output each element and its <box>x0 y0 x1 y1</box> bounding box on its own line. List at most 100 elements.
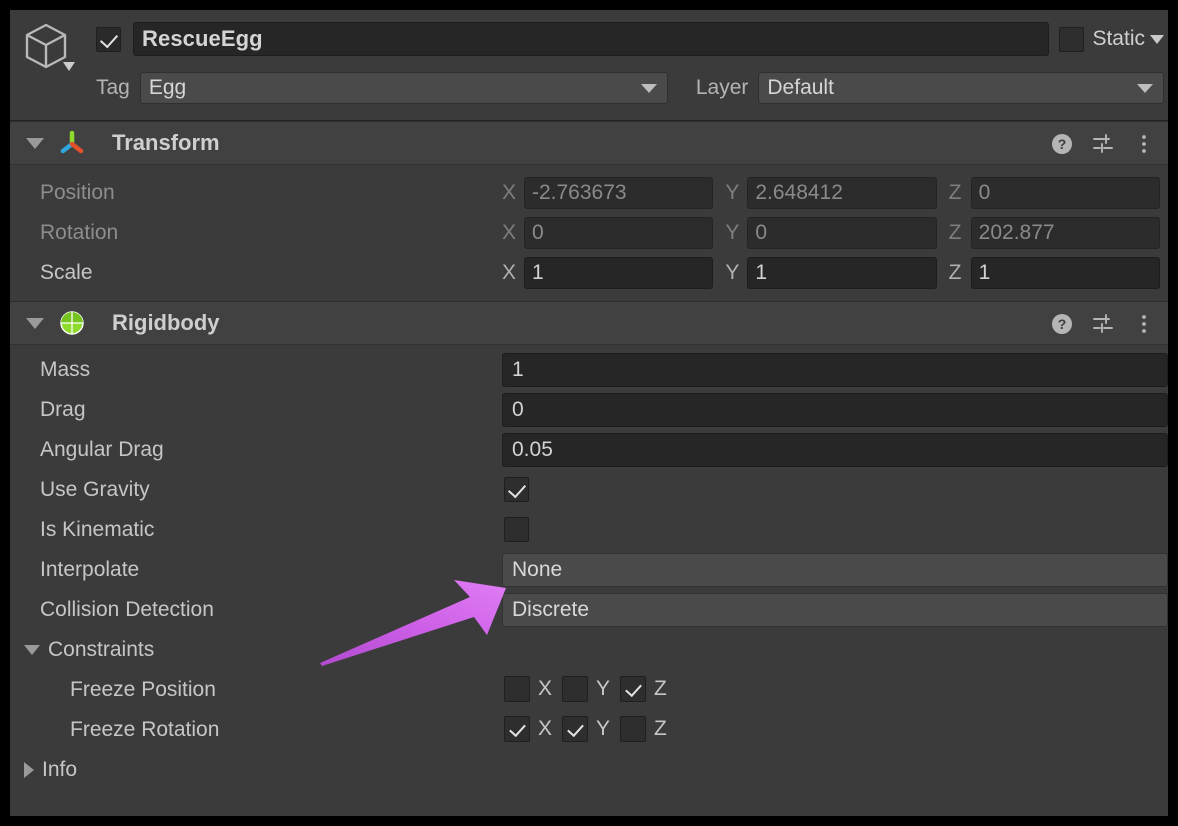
freeze-rotation-y-checkbox[interactable] <box>562 716 589 742</box>
freeze-position-z-checkbox[interactable] <box>620 676 647 702</box>
static-checkbox[interactable] <box>1059 26 1085 52</box>
position-x-value: -2.763673 <box>532 181 627 204</box>
freeze-rotation-row: Freeze Rotation X Y Z <box>10 710 1168 750</box>
axis-z-label: Z <box>948 181 962 204</box>
axis-x-label: X <box>502 221 517 244</box>
position-y-input[interactable]: 2.648412 <box>747 177 937 209</box>
axis-z-label: Z <box>948 221 962 244</box>
scale-z-value: 1 <box>978 261 991 284</box>
tag-value: Egg <box>148 76 187 99</box>
freeze-rotation-x-checkbox[interactable] <box>504 716 530 742</box>
constraints-foldout-row[interactable]: Constraints <box>10 630 1168 670</box>
freeze-position-z-label: Z <box>654 677 667 700</box>
drag-label: Drag <box>40 398 86 421</box>
screenshot-root: RescueEgg Static Tag Egg Layer Default T… <box>0 0 1178 826</box>
rigidbody-is-kinematic-row: Is Kinematic <box>10 510 1168 550</box>
is-kinematic-checkbox[interactable] <box>504 517 529 542</box>
freeze-position-y-checkbox[interactable] <box>562 676 589 702</box>
interpolate-value: None <box>512 558 563 581</box>
freeze-position-x-checkbox[interactable] <box>504 676 530 702</box>
tag-layer-row: Tag Egg Layer Default <box>96 70 1164 106</box>
mass-value: 1 <box>512 358 524 381</box>
scale-y-input[interactable]: 1 <box>747 257 937 289</box>
rigidbody-foldout-icon[interactable] <box>26 317 44 329</box>
freeze-rotation-z-label: Z <box>654 717 667 740</box>
constraints-label: Constraints <box>48 638 155 661</box>
rotation-y-input[interactable]: 0 <box>747 217 937 249</box>
rotation-x-input[interactable]: 0 <box>524 217 714 249</box>
info-foldout-row[interactable]: Info <box>10 750 1168 790</box>
info-foldout-icon[interactable] <box>24 762 34 778</box>
is-kinematic-label: Is Kinematic <box>40 518 155 541</box>
mass-input[interactable]: 1 <box>502 353 1168 387</box>
rigidbody-title: Rigidbody <box>112 310 220 335</box>
rotation-x-value: 0 <box>532 221 544 244</box>
help-icon[interactable]: ? <box>1050 312 1074 336</box>
freeze-position-y-label: Y <box>596 677 611 700</box>
rigidbody-mass-row: Mass 1 <box>10 350 1168 390</box>
position-z-input[interactable]: 0 <box>970 177 1160 209</box>
rotation-z-input[interactable]: 202.877 <box>970 217 1160 249</box>
gameobject-name-input[interactable]: RescueEgg <box>133 22 1050 56</box>
scale-x-value: 1 <box>532 261 544 284</box>
svg-text:?: ? <box>1058 316 1067 332</box>
axis-x-label: X <box>502 261 517 284</box>
freeze-rotation-z-checkbox[interactable] <box>620 716 647 742</box>
rigidbody-body: Mass 1 Drag 0 Angular Drag 0.05 Use Grav… <box>10 345 1168 790</box>
use-gravity-label: Use Gravity <box>40 478 150 501</box>
interpolate-dropdown[interactable]: None <box>502 553 1168 587</box>
rotation-y-value: 0 <box>755 221 768 244</box>
rigidbody-use-gravity-row: Use Gravity <box>10 470 1168 510</box>
svg-text:?: ? <box>1058 136 1067 152</box>
component-header-transform[interactable]: Transform ? <box>10 121 1168 165</box>
layer-value: Default <box>767 76 834 99</box>
more-menu-icon[interactable] <box>1132 132 1156 156</box>
drag-input[interactable]: 0 <box>502 393 1168 427</box>
gameobject-name-value: RescueEgg <box>142 26 263 51</box>
position-y-value: 2.648412 <box>755 181 843 204</box>
rigidbody-collision-detection-row: Collision Detection Discrete <box>10 590 1168 630</box>
gameobject-enabled-checkbox[interactable] <box>96 26 121 52</box>
scale-fields: X 1 Y 1 Z 1 <box>502 257 1160 289</box>
angular-drag-input[interactable]: 0.05 <box>502 433 1168 467</box>
axis-z-label: Z <box>948 261 962 284</box>
help-icon[interactable]: ? <box>1050 132 1074 156</box>
transform-foldout-icon[interactable] <box>26 137 44 149</box>
scale-label: Scale <box>40 261 93 284</box>
component-header-rigidbody[interactable]: Rigidbody ? <box>10 301 1168 345</box>
gameobject-name-row: RescueEgg Static <box>96 22 1164 56</box>
drag-value: 0 <box>512 398 524 421</box>
position-x-input[interactable]: -2.763673 <box>524 177 714 209</box>
position-z-value: 0 <box>978 181 991 204</box>
axis-y-label: Y <box>725 221 740 244</box>
layer-dropdown[interactable]: Default <box>758 72 1164 104</box>
chevron-down-icon[interactable] <box>1150 34 1164 44</box>
axis-y-label: Y <box>725 181 740 204</box>
transform-body: Position X -2.763673 Y 2.648412 Z 0 Rota… <box>10 165 1168 301</box>
tag-label: Tag <box>96 76 130 99</box>
axis-x-label: X <box>502 181 517 204</box>
freeze-rotation-axes: X Y Z <box>504 716 677 742</box>
tag-dropdown[interactable]: Egg <box>139 72 668 104</box>
position-fields: X -2.763673 Y 2.648412 Z 0 <box>502 177 1160 209</box>
use-gravity-checkbox[interactable] <box>504 477 529 502</box>
collision-detection-dropdown[interactable]: Discrete <box>502 593 1168 627</box>
scale-z-input[interactable]: 1 <box>970 257 1160 289</box>
preset-icon[interactable] <box>1091 312 1115 336</box>
transform-axis-icon <box>58 129 86 157</box>
transform-title: Transform <box>112 130 220 155</box>
rotation-fields: X 0 Y 0 Z 202.877 <box>502 217 1160 249</box>
constraints-foldout-icon[interactable] <box>24 645 40 655</box>
angular-drag-value: 0.05 <box>512 438 553 461</box>
layer-label: Layer <box>695 76 749 99</box>
scale-x-input[interactable]: 1 <box>524 257 714 289</box>
freeze-position-x-label: X <box>538 677 553 700</box>
info-label: Info <box>42 758 78 781</box>
rigidbody-drag-row: Drag 0 <box>10 390 1168 430</box>
scale-y-value: 1 <box>755 261 768 284</box>
gameobject-cube-icon[interactable] <box>18 18 78 78</box>
chevron-down-icon <box>640 84 657 93</box>
preset-icon[interactable] <box>1091 132 1115 156</box>
freeze-position-row: Freeze Position X Y Z <box>10 670 1168 710</box>
more-menu-icon[interactable] <box>1132 312 1156 336</box>
